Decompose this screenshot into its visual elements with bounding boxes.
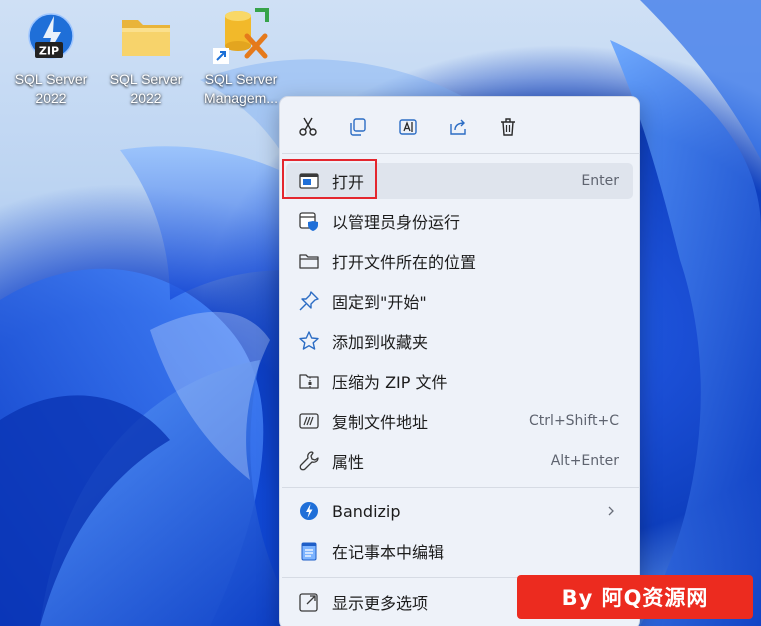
ssms-shortcut-icon: [211, 6, 271, 66]
copy-button[interactable]: [338, 109, 378, 145]
star-icon: [298, 330, 320, 352]
menu-item-pin-to-start[interactable]: 固定到"开始": [286, 283, 633, 319]
menu-item-bandizip[interactable]: Bandizip: [286, 493, 633, 529]
desktop-icon-sql-server-folder[interactable]: SQL Server 2022: [100, 6, 192, 108]
desktop-icon-label: SQL Server 2022: [14, 71, 88, 106]
desktop-icon-label: SQL Server Managem...: [204, 71, 278, 106]
folder-icon: [116, 6, 176, 66]
menu-item-add-to-favorites[interactable]: 添加到收藏夹: [286, 323, 633, 359]
menu-item-label: 打开文件所在的位置: [332, 253, 477, 272]
zip-badge-text: ZIP: [39, 45, 59, 58]
notepad-icon: [298, 540, 320, 562]
folder-outline-icon: [298, 250, 320, 272]
admin-shield-icon: [298, 210, 320, 232]
desktop-icon-label: SQL Server 2022: [109, 71, 183, 106]
menu-item-label: Bandizip: [332, 501, 401, 521]
menu-item-copy-path[interactable]: 复制文件地址 Ctrl+Shift+C: [286, 403, 633, 439]
rename-icon: [399, 119, 417, 135]
menu-item-shortcut: Alt+Enter: [550, 453, 619, 469]
chevron-right-icon: [608, 506, 614, 516]
rename-button[interactable]: [388, 109, 428, 145]
bandizip-icon: [298, 500, 320, 522]
menu-separator: [282, 153, 639, 154]
scissors-icon: [299, 117, 317, 136]
menu-item-label: 复制文件地址: [332, 413, 429, 432]
trash-icon: [501, 118, 515, 136]
context-menu: 打开 Enter 以管理员身份运行 打开文件所在的位置 固定到"开始" 添加到收…: [279, 96, 640, 626]
menu-item-shortcut: Enter: [581, 173, 619, 189]
share-button[interactable]: [438, 109, 478, 145]
highlight-annotation-box: [282, 159, 377, 199]
pin-icon: [298, 290, 320, 312]
copy-path-icon: [298, 410, 320, 432]
watermark-badge: By 阿Q资源网: [517, 575, 753, 619]
more-options-icon: [298, 591, 320, 613]
share-icon: [450, 119, 466, 135]
menu-item-label: 添加到收藏夹: [332, 333, 429, 352]
cut-button[interactable]: [288, 109, 328, 145]
delete-button[interactable]: [488, 109, 528, 145]
menu-item-open-file-location[interactable]: 打开文件所在的位置: [286, 243, 633, 279]
menu-item-label: 压缩为 ZIP 文件: [332, 373, 448, 392]
desktop-icon-sql-server-installer[interactable]: ZIP SQL Server 2022: [5, 6, 97, 108]
menu-item-edit-notepad[interactable]: 在记事本中编辑: [286, 533, 633, 569]
copy-icon: [350, 118, 366, 136]
wrench-icon: [298, 450, 320, 472]
desktop: ZIP SQL Server 2022 SQL Server 2022 SQL …: [0, 0, 761, 626]
menu-item-label: 固定到"开始": [332, 293, 427, 312]
menu-item-compress-zip[interactable]: 压缩为 ZIP 文件: [286, 363, 633, 399]
menu-item-properties[interactable]: 属性 Alt+Enter: [286, 443, 633, 479]
quick-actions-bar: [288, 109, 538, 145]
menu-item-label: 以管理员身份运行: [332, 213, 461, 232]
menu-item-run-as-admin[interactable]: 以管理员身份运行: [286, 203, 633, 239]
menu-item-shortcut: Ctrl+Shift+C: [529, 413, 619, 429]
menu-item-label: 在记事本中编辑: [332, 543, 445, 562]
desktop-icon-ssms-shortcut[interactable]: SQL Server Managem...: [195, 6, 287, 108]
zip-folder-icon: [298, 370, 320, 392]
zip-installer-icon: ZIP: [21, 6, 81, 66]
menu-separator: [282, 487, 639, 488]
menu-item-label: 属性: [332, 453, 365, 472]
